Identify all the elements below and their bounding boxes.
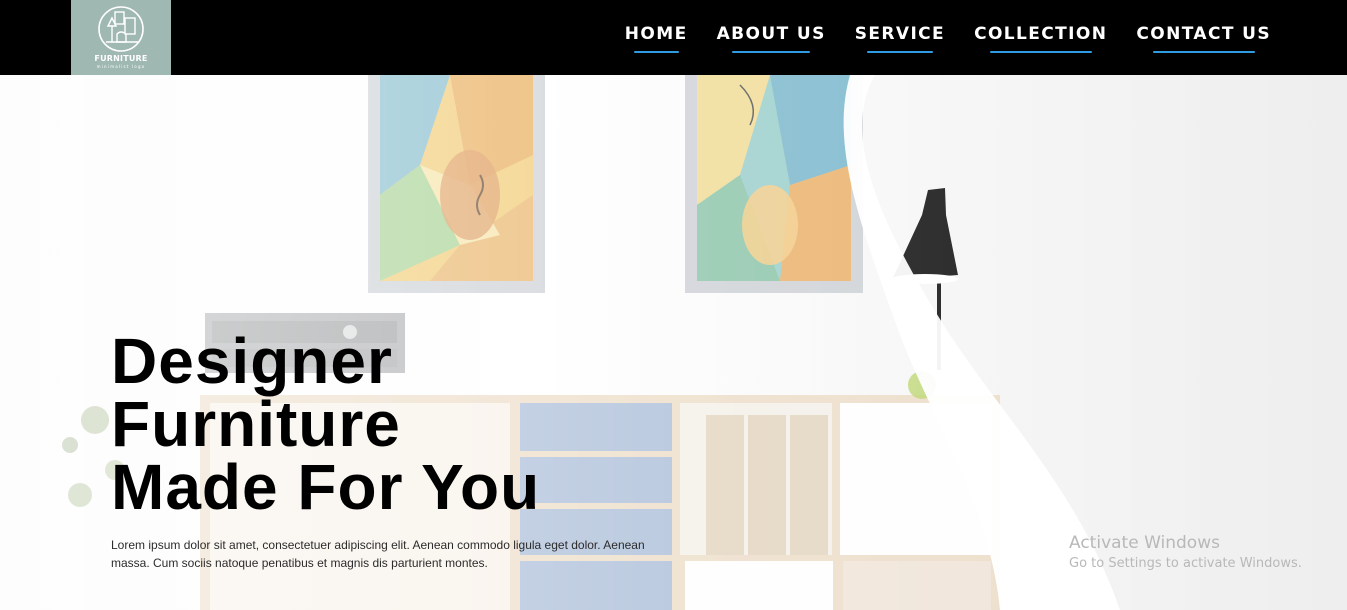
hero-title-line: Furniture <box>111 388 401 460</box>
hero-section: Designer Furniture Made For You Lorem ip… <box>0 75 1347 610</box>
nav-underline <box>1152 51 1255 53</box>
nav-label: HOME <box>624 24 688 44</box>
nav-underline <box>633 51 679 53</box>
watermark-title: Activate Windows <box>1069 533 1220 553</box>
hero-title-line: Designer <box>111 325 393 397</box>
furniture-logo-icon <box>98 6 144 52</box>
logo-name: FURNITURE <box>94 54 148 63</box>
nav-item-about-us[interactable]: ABOUT US <box>717 23 826 53</box>
nav-label: ABOUT US <box>716 24 826 44</box>
watermark-subtitle: Go to Settings to activate Windows. <box>1069 556 1302 571</box>
nav-underline <box>866 51 933 53</box>
hero-title-line: Made For You <box>111 451 541 523</box>
logo-tagline: minimalist logo <box>96 64 146 69</box>
nav-label: SERVICE <box>854 24 946 44</box>
main-nav: HOME ABOUT US SERVICE COLLECTION CONTACT… <box>625 0 1271 75</box>
top-navigation-bar: FURNITURE minimalist logo HOME ABOUT US … <box>0 0 1347 75</box>
nav-underline <box>989 51 1092 53</box>
activate-windows-watermark: Activate Windows Go to Settings to activ… <box>1069 532 1302 573</box>
brand-logo[interactable]: FURNITURE minimalist logo <box>71 0 171 75</box>
nav-label: COLLECTION <box>974 24 1108 44</box>
nav-item-contact-us[interactable]: CONTACT US <box>1136 23 1271 53</box>
nav-item-service[interactable]: SERVICE <box>855 23 945 53</box>
hero-description: Lorem ipsum dolor sit amet, consectetuer… <box>111 538 645 570</box>
nav-item-home[interactable]: HOME <box>625 23 688 53</box>
nav-label: CONTACT US <box>1136 24 1271 44</box>
nav-item-collection[interactable]: COLLECTION <box>974 23 1107 53</box>
hero-title: Designer Furniture Made For You <box>111 325 541 523</box>
nav-underline <box>732 51 811 53</box>
